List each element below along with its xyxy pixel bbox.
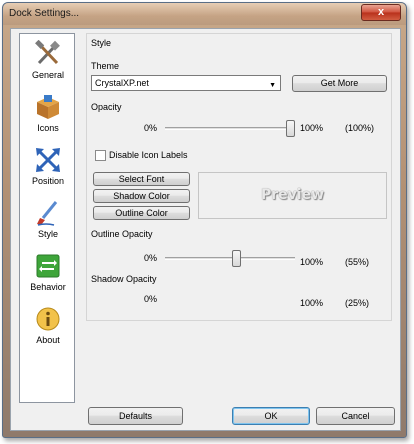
sidebar: General Icons Position Style Behavior Ab… xyxy=(19,33,75,403)
info-icon xyxy=(36,307,60,331)
sidebar-item-icons[interactable]: Icons xyxy=(20,91,76,141)
preview-box: Preview xyxy=(198,172,387,219)
shadow-opacity-max-label: 100% xyxy=(300,298,324,308)
sidebar-item-label: Position xyxy=(31,176,65,186)
behavior-icon xyxy=(36,254,60,278)
dock-settings-window: Dock Settings... x General Icons Positio… xyxy=(2,2,407,438)
sidebar-item-label: Behavior xyxy=(30,282,66,292)
select-font-button[interactable]: Select Font xyxy=(93,172,190,186)
preview-text: Preview xyxy=(260,187,324,203)
sidebar-item-label: Style xyxy=(37,229,58,239)
sidebar-item-label: About xyxy=(36,335,60,345)
close-button[interactable]: x xyxy=(361,4,401,21)
box-icon xyxy=(37,95,59,119)
group-title: Style xyxy=(91,38,112,48)
opacity-slider-track[interactable] xyxy=(165,127,295,130)
outline-opacity-value: (55%) xyxy=(345,257,370,267)
arrows-icon xyxy=(36,148,60,172)
sidebar-item-style[interactable]: Style xyxy=(20,197,76,247)
sidebar-item-behavior[interactable]: Behavior xyxy=(20,250,76,300)
shadow-opacity-label: Shadow Opacity xyxy=(91,274,157,284)
window-title: Dock Settings... xyxy=(9,8,80,19)
outline-opacity-slider-thumb[interactable] xyxy=(232,250,241,267)
chevron-down-icon: ▼ xyxy=(269,82,276,89)
outline-opacity-slider-track[interactable] xyxy=(165,257,295,260)
disable-icon-labels-label[interactable]: Disable Icon Labels xyxy=(109,150,188,160)
disable-icon-labels-checkbox[interactable] xyxy=(95,150,106,161)
paintbrush-icon xyxy=(37,201,58,226)
outline-opacity-label: Outline Opacity xyxy=(91,229,153,239)
shadow-opacity-min-label: 0% xyxy=(144,294,158,304)
outline-opacity-min-label: 0% xyxy=(144,253,158,263)
opacity-min-label: 0% xyxy=(144,123,158,133)
opacity-label: Opacity xyxy=(91,102,122,112)
outline-opacity-max-label: 100% xyxy=(300,257,324,267)
sidebar-item-general[interactable]: General xyxy=(20,38,76,88)
opacity-slider-thumb[interactable] xyxy=(286,120,295,137)
sidebar-item-label: Icons xyxy=(37,123,59,133)
shadow-color-button[interactable]: Shadow Color xyxy=(93,189,190,203)
ok-button[interactable]: OK xyxy=(232,407,310,425)
opacity-max-label: 100% xyxy=(300,123,324,133)
cancel-button[interactable]: Cancel xyxy=(316,407,395,425)
theme-dropdown[interactable]: CrystalXP.net ▼ xyxy=(91,75,281,91)
title-bar[interactable]: Dock Settings... x xyxy=(3,3,406,25)
shadow-opacity-value: (25%) xyxy=(345,298,370,308)
outline-color-button[interactable]: Outline Color xyxy=(93,206,190,220)
style-group: Style Theme CrystalXP.net ▼ Get More Opa… xyxy=(86,33,392,321)
sidebar-item-label: General xyxy=(31,70,65,80)
sidebar-item-about[interactable]: About xyxy=(20,303,76,353)
theme-dropdown-value: CrystalXP.net xyxy=(95,78,149,88)
sidebar-item-position[interactable]: Position xyxy=(20,144,76,194)
theme-label: Theme xyxy=(91,61,120,71)
opacity-value: (100%) xyxy=(345,123,375,133)
defaults-button[interactable]: Defaults xyxy=(88,407,183,425)
tools-icon xyxy=(35,40,60,65)
dialog-body: General Icons Position Style Behavior Ab… xyxy=(10,28,401,431)
get-more-button[interactable]: Get More xyxy=(292,75,387,92)
